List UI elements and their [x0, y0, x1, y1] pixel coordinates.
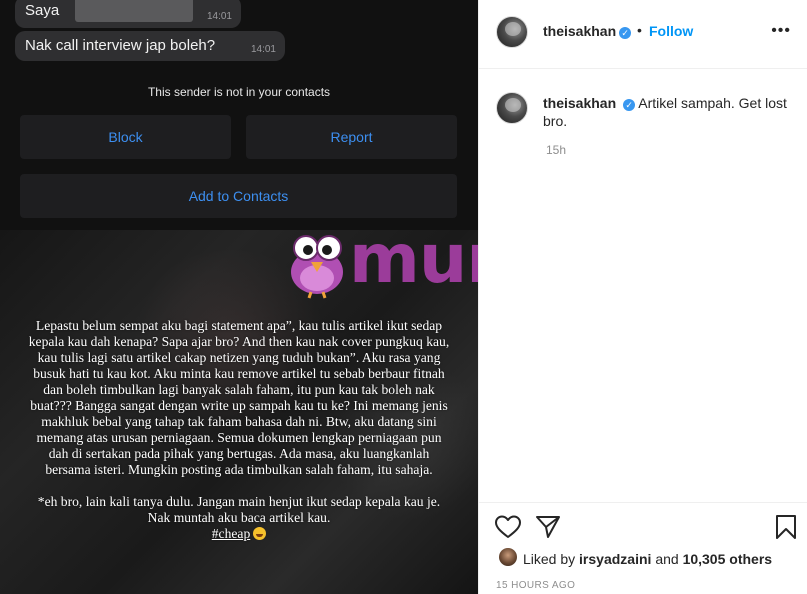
- sender-warning: This sender is not in your contacts: [147, 85, 331, 99]
- laughing-emoji-icon: [253, 527, 267, 540]
- verified-icon: ✓: [623, 99, 636, 111]
- share-icon[interactable]: [535, 514, 561, 545]
- username-link[interactable]: theisakhan: [543, 23, 616, 39]
- hashtag-link: #cheap: [211, 526, 251, 541]
- divider: [479, 502, 807, 503]
- liked-by-prefix: Liked by: [523, 551, 576, 567]
- post-caption: theisakhan ✓ Artikel sampah. Get lost bro…: [543, 94, 798, 130]
- bookmark-icon-shape: [776, 515, 796, 539]
- more-icon[interactable]: •••: [771, 22, 791, 40]
- avatar[interactable]: [499, 548, 517, 566]
- block-button: Block: [20, 115, 231, 159]
- post-sidebar: theisakhan ✓ • Follow ••• theisakhan ✓ Art…: [478, 0, 807, 594]
- divider: [479, 68, 807, 69]
- bookmark-icon[interactable]: [775, 514, 797, 545]
- chat-message-text: Nak call interview jap boleh?: [25, 37, 216, 54]
- story-postscript: *eh bro, lain kali tanya dulu. Jangan ma…: [26, 494, 452, 542]
- story-paragraph: Lepastu belum sempat aku bagi statement …: [28, 318, 450, 477]
- username-link[interactable]: theisakhan: [543, 95, 616, 111]
- heart-icon-shape: [495, 515, 521, 538]
- chat-message-text: Saya: [25, 2, 60, 19]
- story-caption-text: Lepastu belum sempat aku bagi statement …: [26, 318, 452, 542]
- redacted-block: [75, 0, 193, 22]
- chat-bubble: Nak call interview jap boleh? 14:01: [15, 31, 285, 61]
- separator-dot: •: [637, 22, 642, 38]
- heart-icon[interactable]: [495, 515, 521, 544]
- add-to-contacts-button: Add to Contacts: [20, 174, 457, 218]
- post-timestamp[interactable]: 15 HOURS AGO: [496, 580, 575, 591]
- chat-message-time: 14:01: [250, 44, 276, 55]
- liked-and: and: [655, 551, 679, 567]
- instagram-post-viewer: Saya 14:01 Nak call interview jap boleh?…: [0, 0, 807, 594]
- share-icon-shape: [536, 516, 560, 538]
- follow-button[interactable]: Follow: [649, 23, 693, 39]
- avatar[interactable]: [496, 92, 528, 124]
- caption-timestamp[interactable]: 15h: [546, 143, 566, 157]
- liker-username-link[interactable]: irsyadzaini: [579, 551, 651, 567]
- story-ps-text: *eh bro, lain kali tanya dulu. Jangan ma…: [37, 494, 441, 525]
- likes-summary: Liked by irsyadzaini and 10,305 others: [523, 551, 772, 567]
- chat-bubble: Saya 14:01: [15, 0, 241, 28]
- chat-message-time: 14:01: [206, 11, 232, 22]
- post-author[interactable]: theisakhan ✓: [543, 23, 632, 41]
- likes-count-link[interactable]: 10,305 others: [683, 551, 773, 567]
- report-button: Report: [246, 115, 457, 159]
- avatar[interactable]: [496, 16, 528, 48]
- verified-icon: ✓: [619, 27, 632, 39]
